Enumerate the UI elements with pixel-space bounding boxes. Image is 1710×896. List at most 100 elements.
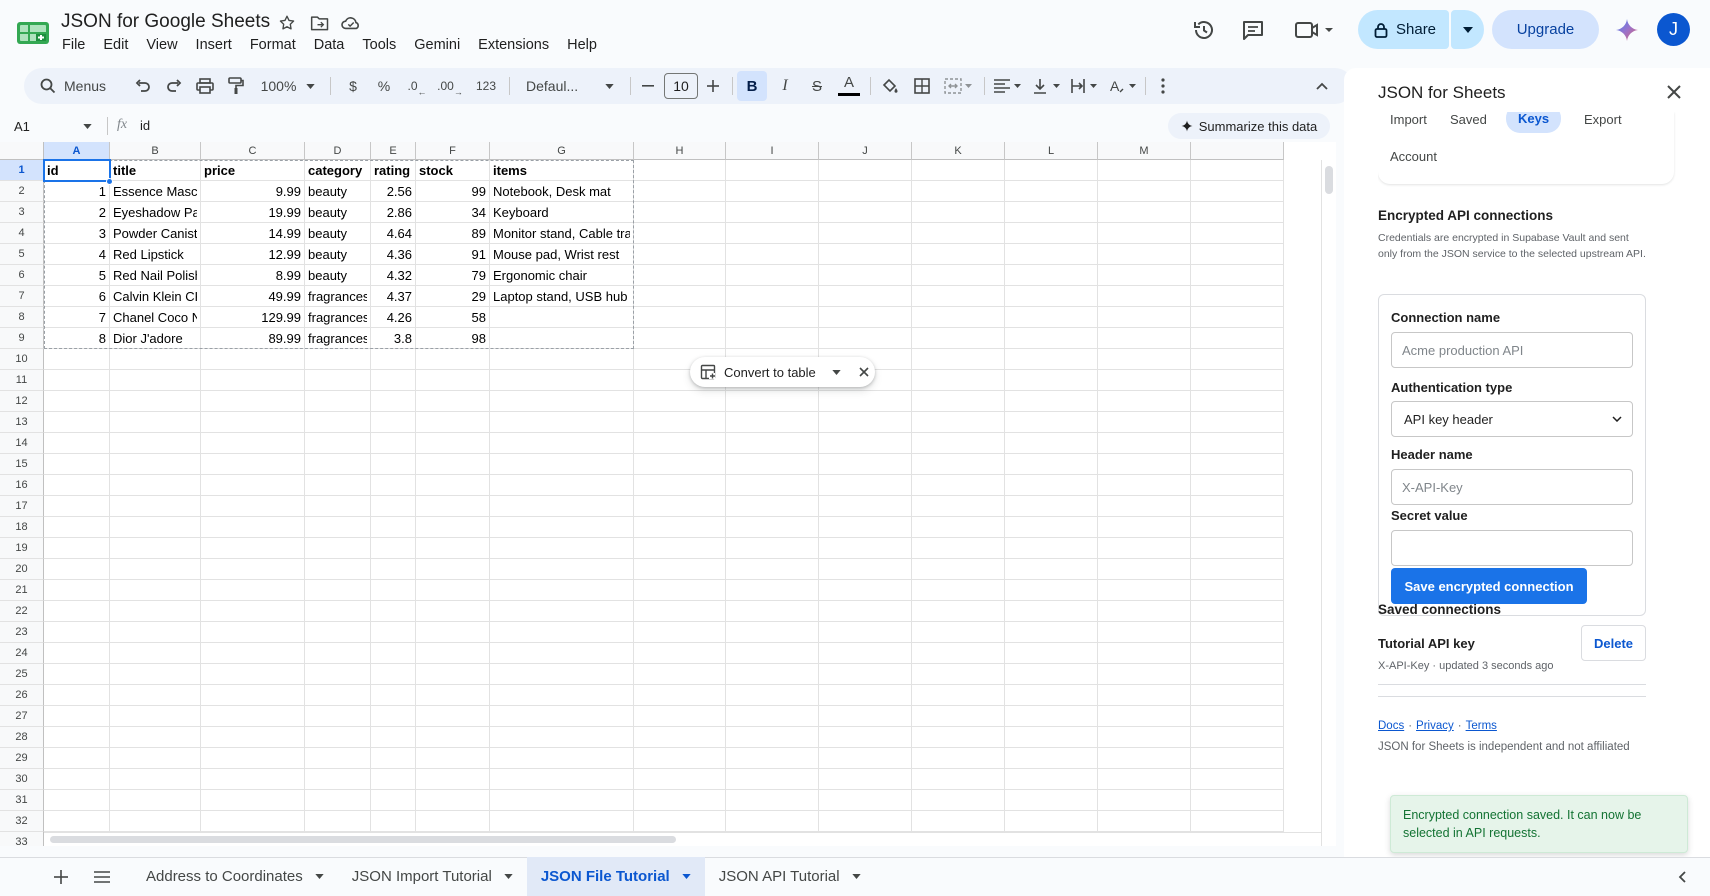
- sheet-tab[interactable]: JSON File Tutorial: [526, 857, 705, 896]
- horizontal-scroll-thumb[interactable]: [50, 836, 676, 843]
- cell[interactable]: Calvin Klein CK: [113, 286, 197, 307]
- select-all-corner[interactable]: [0, 142, 44, 160]
- cell[interactable]: Laptop stand, USB hub: [493, 286, 630, 307]
- cell[interactable]: fragrances: [308, 328, 367, 349]
- terms-link[interactable]: Terms: [1466, 720, 1497, 732]
- cell[interactable]: Monitor stand, Cable tray: [493, 223, 630, 244]
- cell[interactable]: 29: [419, 286, 486, 307]
- menu-edit[interactable]: Edit: [103, 37, 128, 53]
- close-icon[interactable]: [859, 367, 869, 377]
- row-header[interactable]: 7: [0, 286, 44, 307]
- column-header[interactable]: H: [634, 142, 726, 160]
- row-header[interactable]: 24: [0, 643, 44, 664]
- cell[interactable]: 19.99: [204, 202, 301, 223]
- cell[interactable]: 89.99: [204, 328, 301, 349]
- cell[interactable]: 49.99: [204, 286, 301, 307]
- cell[interactable]: 99: [419, 181, 486, 202]
- fill-color-button[interactable]: [876, 68, 904, 104]
- header-name-input[interactable]: [1391, 469, 1633, 505]
- text-color-button[interactable]: A: [834, 68, 864, 104]
- row-header[interactable]: 31: [0, 790, 44, 811]
- row-header[interactable]: 10: [0, 349, 44, 370]
- row-header[interactable]: 16: [0, 475, 44, 496]
- decrease-decimal-button[interactable]: .0 ←: [404, 68, 430, 104]
- spreadsheet-grid[interactable]: A B C D E F G H I J K L M 1 2 3 4 5 6 7 8 9 10 11 12 13 14 15 16 17 18…: [0, 142, 1336, 846]
- cell[interactable]: 3: [47, 223, 106, 244]
- header-cell[interactable]: category: [308, 160, 367, 181]
- menu-gemini[interactable]: Gemini: [414, 37, 460, 53]
- row-header[interactable]: 14: [0, 433, 44, 454]
- sheet-tab[interactable]: JSON Import Tutorial: [338, 857, 527, 896]
- cell[interactable]: Red Lipstick: [113, 244, 197, 265]
- row-header[interactable]: 27: [0, 706, 44, 727]
- menu-file[interactable]: File: [62, 37, 85, 53]
- row-header[interactable]: 13: [0, 412, 44, 433]
- row-header[interactable]: 15: [0, 454, 44, 475]
- column-header[interactable]: D: [305, 142, 371, 160]
- menu-help[interactable]: Help: [567, 37, 597, 53]
- row-header[interactable]: 5: [0, 244, 44, 265]
- cell[interactable]: 1: [47, 181, 106, 202]
- zoom-select[interactable]: 100%: [256, 68, 320, 104]
- font-select[interactable]: Defaul...: [518, 68, 622, 104]
- cell[interactable]: 91: [419, 244, 486, 265]
- header-cell[interactable]: title: [113, 160, 197, 181]
- menu-tools[interactable]: Tools: [362, 37, 396, 53]
- cell[interactable]: fragrances: [308, 307, 367, 328]
- italic-button[interactable]: I: [770, 68, 800, 104]
- delete-button[interactable]: Delete: [1581, 625, 1646, 661]
- column-header[interactable]: K: [912, 142, 1005, 160]
- row-header[interactable]: 18: [0, 517, 44, 538]
- gemini-sparkle-icon[interactable]: [1615, 18, 1639, 42]
- cell[interactable]: beauty: [308, 181, 367, 202]
- sheet-tab[interactable]: JSON API Tutorial: [705, 857, 875, 896]
- row-header[interactable]: 12: [0, 391, 44, 412]
- cell[interactable]: 129.99: [204, 307, 301, 328]
- cell[interactable]: 4.26: [374, 307, 412, 328]
- column-header[interactable]: I: [726, 142, 819, 160]
- row-header[interactable]: 33: [0, 832, 44, 846]
- cell[interactable]: 14.99: [204, 223, 301, 244]
- cell[interactable]: 4: [47, 244, 106, 265]
- share-button[interactable]: Share: [1358, 10, 1449, 49]
- borders-button[interactable]: [908, 68, 936, 104]
- active-cell[interactable]: [43, 159, 111, 182]
- column-header[interactable]: E: [371, 142, 416, 160]
- increase-font-size-button[interactable]: [701, 68, 725, 104]
- cell[interactable]: 4.36: [374, 244, 412, 265]
- all-sheets-icon[interactable]: [94, 871, 110, 883]
- cell[interactable]: 98: [419, 328, 486, 349]
- name-box[interactable]: A1: [0, 111, 100, 141]
- cell[interactable]: fragrances: [308, 286, 367, 307]
- cell[interactable]: 2: [47, 202, 106, 223]
- cell[interactable]: Keyboard: [493, 202, 630, 223]
- row-header[interactable]: 6: [0, 265, 44, 286]
- cell[interactable]: Dior J'adore: [113, 328, 197, 349]
- save-encrypted-connection-button[interactable]: Save encrypted connection: [1391, 568, 1587, 604]
- version-history-icon[interactable]: [1192, 18, 1216, 42]
- strikethrough-button[interactable]: S: [802, 68, 832, 104]
- merge-cells-button[interactable]: [940, 68, 976, 104]
- column-header[interactable]: J: [819, 142, 912, 160]
- auth-type-select[interactable]: API key header: [1391, 401, 1633, 437]
- tab-import[interactable]: Import: [1390, 112, 1427, 127]
- chevron-down-icon[interactable]: [504, 874, 513, 879]
- chevron-down-icon[interactable]: [682, 874, 691, 879]
- add-sheet-icon[interactable]: [54, 870, 68, 884]
- row-header[interactable]: 26: [0, 685, 44, 706]
- row-header[interactable]: 23: [0, 622, 44, 643]
- more-formats-button[interactable]: 123: [471, 68, 501, 104]
- decrease-font-size-button[interactable]: [636, 68, 660, 104]
- avatar[interactable]: J: [1657, 13, 1690, 46]
- cell[interactable]: 79: [419, 265, 486, 286]
- row-header[interactable]: 25: [0, 664, 44, 685]
- column-header[interactable]: B: [110, 142, 201, 160]
- row-header[interactable]: 29: [0, 748, 44, 769]
- row-header[interactable]: 28: [0, 727, 44, 748]
- redo-button[interactable]: [161, 68, 187, 104]
- vertical-align-button[interactable]: [1029, 68, 1063, 104]
- cell[interactable]: Chanel Coco No: [113, 307, 197, 328]
- cloud-saved-icon[interactable]: [340, 14, 362, 32]
- cell[interactable]: 4.37: [374, 286, 412, 307]
- document-title[interactable]: JSON for Google Sheets: [61, 11, 270, 33]
